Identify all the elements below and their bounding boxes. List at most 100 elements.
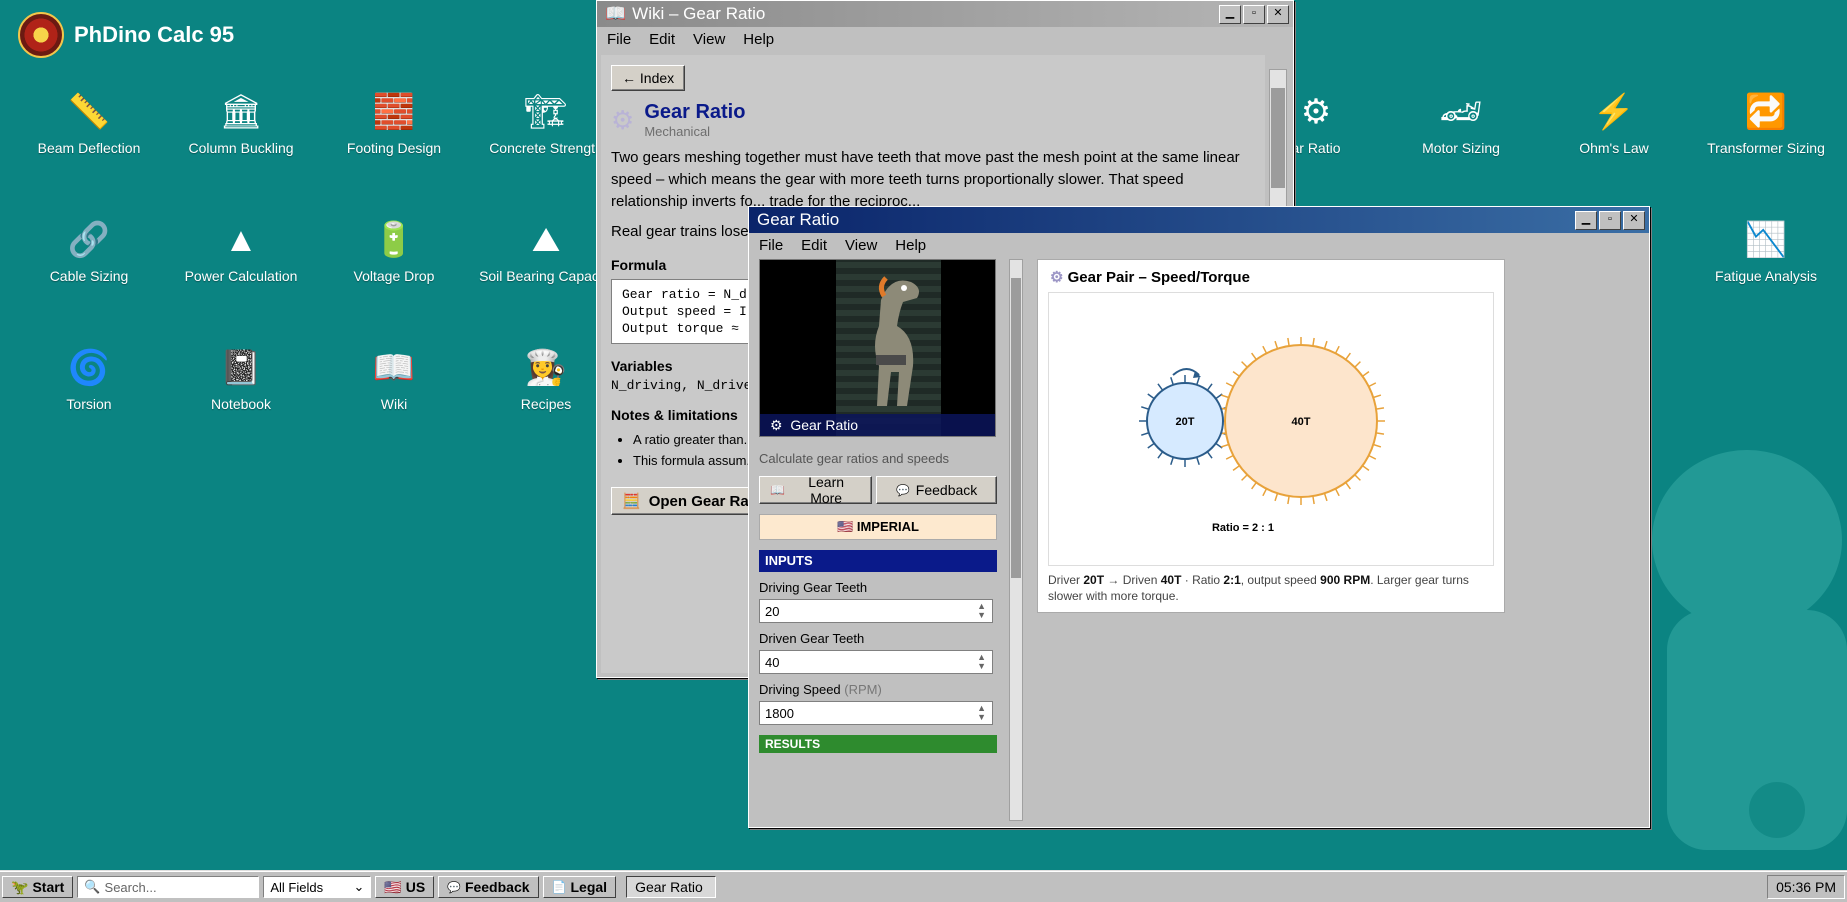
desktop-icon[interactable]: ⚡ Ohm's Law: [1543, 90, 1685, 156]
driving-speed-input[interactable]: 1800 ▲ ▼: [759, 701, 993, 725]
spinner-icon[interactable]: ▲ ▼: [977, 653, 986, 671]
ruler-icon: 📏: [67, 93, 111, 131]
index-button[interactable]: ← Index: [611, 65, 686, 91]
minimize-button[interactable]: ▁: [1575, 210, 1597, 230]
taskbar-item-gear-ratio[interactable]: Gear Ratio: [626, 876, 717, 898]
desktop-icon[interactable]: 📏 Beam Deflection: [18, 90, 160, 156]
locale-button[interactable]: 🇺🇸 US: [375, 876, 435, 898]
gear-tooth: [1262, 345, 1268, 354]
document-icon: 📄: [551, 880, 567, 894]
gear-ratio-window[interactable]: Gear Ratio ▁ ▫ ✕ File Edit View Help ⚙ G…: [748, 206, 1650, 828]
gear-tooth: [1251, 482, 1257, 490]
gear-tooth: [1362, 371, 1370, 377]
chevron-down-icon: ⌄: [353, 879, 365, 894]
maximize-button[interactable]: ▫: [1243, 4, 1265, 24]
dino-logo-icon: [18, 12, 64, 58]
chart-down-icon: 📉: [1744, 221, 1788, 259]
desktop-icon[interactable]: 🔋 Voltage Drop: [323, 218, 465, 284]
close-button[interactable]: ✕: [1623, 210, 1645, 230]
gear-tooth: [1368, 382, 1377, 388]
gear-tooth: [1232, 371, 1240, 377]
driving-teeth-input[interactable]: 20 ▲ ▼: [759, 599, 993, 623]
menu-edit[interactable]: Edit: [649, 31, 675, 48]
gear-icon: ⚙: [770, 417, 783, 433]
menu-view[interactable]: View: [693, 31, 725, 48]
gear-tooth: [1141, 432, 1150, 436]
desktop-icon[interactable]: 📖 Wiki: [323, 346, 465, 412]
feedback-button[interactable]: 💬 Feedback: [876, 476, 997, 504]
close-button[interactable]: ✕: [1267, 4, 1289, 24]
desktop-icon[interactable]: 🏛 Column Buckling: [170, 90, 312, 156]
desktop-icon-label: Wiki: [380, 396, 408, 412]
minimize-button[interactable]: ▁: [1219, 4, 1241, 24]
menu-help[interactable]: Help: [895, 237, 926, 254]
desktop-icon[interactable]: 🌀 Torsion: [18, 346, 160, 412]
wiki-window-title: Wiki – Gear Ratio: [632, 4, 766, 23]
desktop-icon[interactable]: 📓 Notebook: [170, 346, 312, 412]
cable-icon: 🔗: [67, 221, 111, 259]
gear-tooth: [1312, 337, 1315, 347]
desktop-icon[interactable]: 🏎 Motor Sizing: [1390, 90, 1532, 156]
menu-file[interactable]: File: [607, 31, 631, 48]
menu-edit[interactable]: Edit: [801, 237, 827, 254]
desktop-icon-label: Transformer Sizing: [1707, 140, 1825, 156]
open-calculator-button[interactable]: 🧮 Open Gear Ra: [611, 487, 760, 515]
feedback-task-button[interactable]: 💬 Feedback: [438, 876, 539, 898]
menu-view[interactable]: View: [845, 237, 877, 254]
desktop-icon[interactable]: 🔗 Cable Sizing: [18, 218, 160, 284]
gear-tooth: [1241, 361, 1248, 368]
gear-titlebar[interactable]: Gear Ratio ▁ ▫ ✕: [749, 207, 1649, 233]
gear-icon: ⚙: [611, 104, 635, 135]
desktop-icon[interactable]: ▲ Power Calculation: [170, 218, 312, 284]
gear-tooth: [1232, 465, 1240, 471]
search-input[interactable]: 🔍 Search...: [77, 876, 260, 898]
subtitle: Calculate gear ratios and speeds: [759, 451, 950, 466]
gear-tooth: [1241, 474, 1248, 481]
gear-tooth: [1196, 456, 1200, 465]
wiki-scroll-thumb[interactable]: [1271, 88, 1285, 188]
field-filter-select[interactable]: All Fields ⌄: [263, 876, 372, 898]
wiki-paragraph-1: Two gears meshing together must have tee…: [611, 149, 1240, 210]
gear-tooth: [1375, 407, 1385, 410]
wiki-titlebar[interactable]: 📖 Wiki – Gear Ratio ▁ ▫ ✕: [597, 1, 1293, 27]
gear-diagram: 20T 40T Ratio = 2 : 1: [1048, 292, 1494, 566]
gear-tooth: [1287, 337, 1290, 347]
maximize-button[interactable]: ▫: [1599, 210, 1621, 230]
spinner-icon[interactable]: ▲ ▼: [977, 704, 986, 722]
gear-tooth: [1220, 443, 1229, 448]
gear-tooth: [1354, 361, 1361, 368]
desktop-icon[interactable]: 🧱 Footing Design: [323, 90, 465, 156]
input-panel-scrollbar[interactable]: [1009, 259, 1023, 821]
gear-tooth: [1220, 394, 1229, 399]
brick-icon: 🧱: [372, 93, 416, 131]
gear-tooth: [1323, 493, 1328, 502]
gear-tooth: [1147, 393, 1155, 400]
app-brand: PhDino Calc 95: [18, 12, 234, 58]
us-flag-icon: 🇺🇸: [384, 878, 402, 895]
column-icon: 🏛: [219, 93, 263, 131]
gear-menubar: File Edit View Help: [749, 233, 1649, 257]
diagram-panel: ⚙ Gear Pair – Speed/Torque 20T 40T Ratio…: [1037, 259, 1505, 613]
units-toggle[interactable]: 🇺🇸 IMPERIAL: [759, 514, 997, 540]
driven-teeth-input[interactable]: 40 ▲ ▼: [759, 650, 993, 674]
search-icon: 🔍: [84, 879, 101, 894]
desktop-icon-label: Column Buckling: [188, 140, 294, 156]
desktop-icon[interactable]: 📉 Fatigue Analysis: [1695, 218, 1837, 284]
gear-tooth: [1362, 465, 1370, 471]
field-label-driving-teeth: Driving Gear Teeth: [759, 580, 868, 595]
wiki-heading: Gear Ratio: [644, 101, 746, 123]
gear-tooth: [1225, 382, 1234, 388]
hero-caption: ⚙ Gear Ratio: [760, 414, 995, 436]
start-button[interactable]: 🦖 Start: [2, 876, 74, 898]
gear-tooth: [1225, 454, 1234, 460]
menu-file[interactable]: File: [759, 237, 783, 254]
gear-tooth: [1274, 340, 1279, 349]
learn-more-button[interactable]: 📖 Learn More: [759, 474, 873, 506]
spinner-icon[interactable]: ▲ ▼: [977, 602, 986, 620]
desktop-icon[interactable]: 🔁 Transformer Sizing: [1695, 90, 1837, 156]
menu-help[interactable]: Help: [743, 31, 774, 48]
scroll-thumb[interactable]: [1011, 278, 1021, 578]
gear-diagram-svg: 20T 40T Ratio = 2 : 1: [1139, 337, 1385, 534]
wiki-book-icon: 📖: [605, 4, 627, 23]
legal-button[interactable]: 📄 Legal: [542, 876, 617, 898]
